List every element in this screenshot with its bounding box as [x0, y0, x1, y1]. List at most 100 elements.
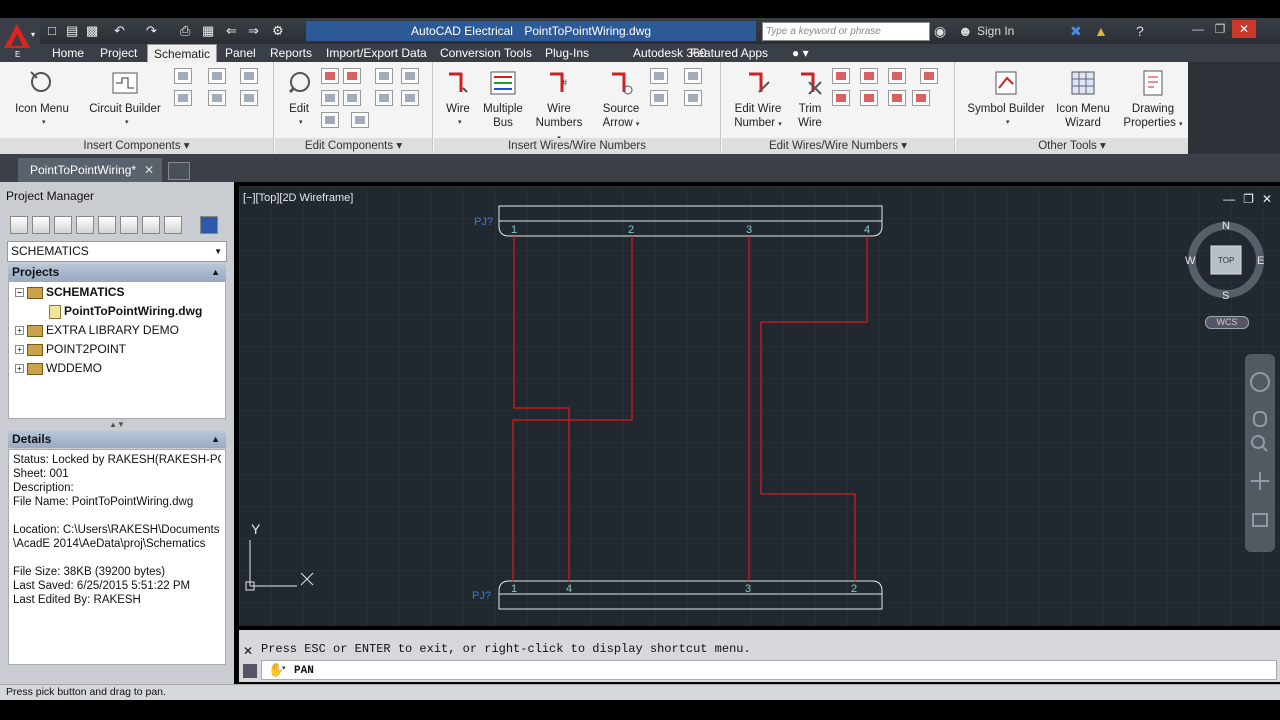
restore-icon[interactable]: ❐	[1208, 20, 1232, 38]
source-arrow-button[interactable]: Source Arrow ▾	[594, 68, 648, 132]
scoot-tool[interactable]	[401, 68, 419, 84]
tree-node-schematics[interactable]: − SCHEMATICS	[15, 283, 124, 301]
wire-button[interactable]: Wire ▾	[440, 68, 476, 126]
attribute-tool[interactable]	[401, 90, 419, 106]
navigation-bar[interactable]	[1245, 354, 1275, 552]
move-wire-number-tool[interactable]	[860, 90, 878, 106]
workspace-icon[interactable]: ⚙	[272, 22, 284, 40]
flip-wire-number-tool[interactable]	[860, 68, 878, 84]
exchange-icon[interactable]: ✖	[1070, 22, 1082, 40]
panel-splitter[interactable]: ▲▼	[8, 420, 226, 430]
delete-component-tool[interactable]	[321, 68, 339, 84]
tab-conversion-tools[interactable]: Conversion Tools	[434, 44, 538, 62]
trim-wire-button[interactable]: Trim Wire	[792, 68, 828, 130]
tab-home[interactable]: Home	[46, 44, 90, 62]
command-input[interactable]: ✋ ▾ PAN	[261, 660, 1277, 680]
drawing-canvas[interactable]: PJ? 1 2 3 4 PJ? 1 4 3 2 Y TOP N S E W [−…	[239, 186, 1280, 626]
redo-icon[interactable]: ↷	[146, 22, 157, 40]
symbol-builder-button[interactable]: Symbol Builder ▾	[964, 68, 1048, 126]
steering-wheel-icon[interactable]	[1250, 372, 1270, 392]
new-project-icon[interactable]	[32, 216, 50, 234]
application-menu-button[interactable]: ▾ E	[0, 18, 40, 62]
open-icon[interactable]: ▤	[66, 22, 78, 40]
search-input[interactable]: Type a keyword or phrase	[762, 22, 930, 41]
details-section-header[interactable]: Details ▲	[8, 431, 226, 448]
new-tab-button[interactable]	[168, 162, 190, 180]
wire-type-tool[interactable]	[684, 68, 702, 84]
user-icon[interactable]: ☻	[958, 22, 973, 40]
chevron-down-icon[interactable]: ▾	[282, 664, 286, 672]
drawing-properties-button[interactable]: Drawing Properties ▾	[1120, 68, 1186, 132]
minimize-icon[interactable]: —	[1186, 20, 1210, 38]
fix-wire-number-tool[interactable]	[912, 90, 930, 106]
open-project-icon[interactable]	[10, 216, 28, 234]
multiple-bus-button[interactable]: Multiple Bus	[480, 68, 526, 130]
save-icon[interactable]: ▩	[86, 22, 98, 40]
insert-component-tool-6[interactable]	[240, 90, 258, 106]
update-retag-icon[interactable]	[120, 216, 138, 234]
toggle-wire-number-tool[interactable]	[888, 68, 906, 84]
new-icon[interactable]: □	[48, 22, 56, 40]
cart-icon[interactable]: ▲	[1094, 22, 1108, 40]
tab-schematic[interactable]: Schematic	[147, 44, 218, 62]
publish-icon[interactable]	[164, 216, 182, 234]
project-selector[interactable]: SCHEMATICS ▼	[7, 241, 227, 262]
showmotion-icon[interactable]	[1252, 513, 1268, 527]
panel-title-insert-wires[interactable]: Insert Wires/Wire Numbers	[434, 138, 720, 154]
sign-in-button[interactable]: Sign In	[977, 24, 1014, 38]
icon-menu-wizard-button[interactable]: Icon Menu Wizard	[1052, 68, 1114, 130]
tab-import-export-data[interactable]: Import/Export Data	[320, 44, 433, 62]
collapse-icon[interactable]: ▲	[211, 431, 220, 448]
edit-button[interactable]: Edit ▾	[281, 68, 317, 126]
projects-section-header[interactable]: Projects ▲	[8, 264, 226, 281]
viewport-controls-label[interactable]: [−][Top][2D Wireframe]	[243, 192, 353, 204]
circuit-builder-button[interactable]: Circuit Builder ▾	[86, 68, 164, 126]
binoculars-icon[interactable]: ◉	[934, 22, 946, 40]
delete-wire-number-tool[interactable]	[832, 68, 850, 84]
tab-featured-apps[interactable]: Featured Apps	[684, 44, 774, 62]
collapse-icon[interactable]: ▲	[211, 264, 220, 281]
insert-ladder-tool[interactable]	[650, 90, 668, 106]
wire-number-leader-tool[interactable]	[920, 68, 938, 84]
tab-reports[interactable]: Reports	[264, 44, 318, 62]
ribbon-options-icon[interactable]: ● ▾	[786, 44, 815, 62]
insert-component-tool-1[interactable]	[174, 68, 192, 84]
project-properties-icon[interactable]	[98, 216, 116, 234]
copy-component-tool[interactable]	[321, 90, 339, 106]
tree-node-wddemo[interactable]: + WDDEMO	[15, 359, 102, 377]
close-icon[interactable]: ✕	[1232, 20, 1256, 38]
tree-node-pointtopointwiring[interactable]: PointToPointWiring.dwg	[49, 302, 202, 320]
viewport-close-icon[interactable]: ✕	[1262, 192, 1272, 206]
orbit-icon[interactable]	[1251, 472, 1269, 490]
panel-title-edit-wires[interactable]: Edit Wires/Wire Numbers ▾	[722, 138, 954, 154]
plot-icon[interactable]: ⎙	[180, 22, 190, 40]
viewport-minimize-icon[interactable]: —	[1223, 192, 1235, 206]
ladder-tool[interactable]	[650, 68, 668, 84]
icon-menu-button[interactable]: Icon Menu ▾	[10, 68, 74, 126]
pan-hand-icon[interactable]	[1253, 411, 1267, 427]
retag-tool[interactable]	[351, 112, 369, 128]
tab-project[interactable]: Project	[94, 44, 143, 62]
help-icon[interactable]	[200, 216, 218, 234]
project-task-list-icon[interactable]	[142, 216, 160, 234]
panel-title-other-tools[interactable]: Other Tools ▾	[956, 138, 1188, 154]
insert-component-tool-4[interactable]	[174, 90, 192, 106]
forward-icon[interactable]: ⇒	[248, 22, 259, 40]
reverse-tool[interactable]	[375, 90, 393, 106]
customize-wrench-icon[interactable]	[243, 664, 257, 678]
wire-numbers-button[interactable]: # WireNumbers ▾	[534, 68, 584, 146]
help-icon[interactable]: ?	[1136, 22, 1144, 40]
panel-title-insert-components[interactable]: Insert Components ▾	[0, 138, 273, 154]
wcs-menu[interactable]: WCS	[1205, 316, 1249, 329]
copy-wire-number-tool[interactable]	[832, 90, 850, 106]
tree-node-extra-library-demo[interactable]: + EXTRA LIBRARY DEMO	[15, 321, 179, 339]
edit-wire-number-button[interactable]: Edit Wire Number ▾	[730, 68, 786, 132]
refresh-icon[interactable]	[76, 216, 94, 234]
properties-icon[interactable]: ▦	[202, 22, 214, 40]
back-icon[interactable]: ⇐	[226, 22, 237, 40]
close-tab-icon[interactable]: ✕	[144, 158, 154, 182]
command-line-close-icon[interactable]: ✕	[243, 644, 253, 658]
viewport-restore-icon[interactable]: ❐	[1243, 192, 1254, 206]
tab-plug-ins[interactable]: Plug-Ins	[539, 44, 595, 62]
move-component-tool[interactable]	[343, 68, 361, 84]
